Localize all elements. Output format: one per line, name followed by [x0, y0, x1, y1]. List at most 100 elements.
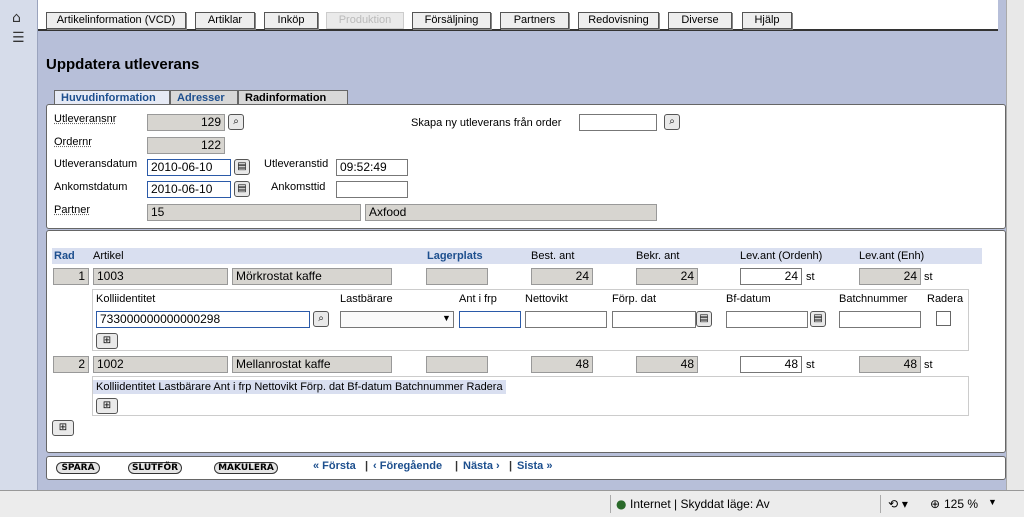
nav-produktion: Produktion: [326, 12, 404, 29]
nav-artiklar[interactable]: Artiklar: [195, 12, 255, 29]
ordernr-label: Ordernr: [54, 136, 92, 148]
home-icon[interactable]: ⌂: [12, 10, 21, 26]
lev-enh-field: 24: [859, 268, 921, 285]
utleveranstid-field[interactable]: 09:52:49: [336, 159, 408, 176]
pager-previous[interactable]: ‹ Föregående: [373, 460, 442, 472]
nav-redovisning[interactable]: Redovisning: [578, 12, 659, 29]
rows-header-bar: [52, 248, 982, 264]
unit-label: st: [806, 271, 815, 283]
tab-radinformation[interactable]: Radinformation: [238, 90, 348, 105]
lev-enh-header: Lev.ant (Enh): [859, 250, 925, 262]
protected-mode-icon[interactable]: ⟲ ▾: [888, 497, 908, 511]
utleveransdatum-label: Utleveransdatum: [54, 158, 138, 170]
lev-ordenh-field[interactable]: 24: [740, 268, 802, 285]
utleveransnr-field: 129: [147, 114, 225, 131]
lastbarare-header: Lastbärare: [340, 293, 393, 305]
search-icon[interactable]: ⌕: [664, 114, 680, 130]
best-ant-field: 24: [531, 268, 593, 285]
calendar-icon[interactable]: ▤: [696, 311, 712, 327]
calendar-icon[interactable]: ▤: [810, 311, 826, 327]
scrollbar[interactable]: [1006, 0, 1024, 490]
nav-partners[interactable]: Partners: [500, 12, 569, 29]
pager-divider: |: [365, 460, 369, 472]
zoom-level[interactable]: 125 %: [944, 497, 978, 511]
main-area: Artikelinformation (VCD) Artiklar Inköp …: [38, 0, 1006, 490]
artikel-header: Artikel: [93, 250, 124, 262]
pager-last[interactable]: Sista »: [517, 460, 552, 472]
ankomsttid-field[interactable]: [336, 181, 408, 198]
ant-frp-header: Ant i frp: [459, 293, 497, 305]
row-number: 1: [53, 268, 89, 285]
bf-datum-field[interactable]: [726, 311, 808, 328]
kolliidentitet-field[interactable]: 733000000000000298: [96, 311, 310, 328]
pager-first[interactable]: « Första: [313, 460, 356, 472]
page-title: Uppdatera utleverans: [46, 56, 200, 73]
skapa-order-field[interactable]: [579, 114, 657, 131]
forp-dat-field[interactable]: [612, 311, 696, 328]
header-panel: Utleveransnr 129 ⌕ Ordernr 122 Utleveran…: [46, 104, 1006, 229]
rad-header: Rad: [54, 250, 75, 262]
ankomstdatum-label: Ankomstdatum: [54, 181, 128, 193]
globe-icon: ●: [616, 497, 627, 511]
ankomstdatum-field[interactable]: 2010-06-10: [147, 181, 231, 198]
best-ant-field: 48: [531, 356, 593, 373]
bekr-ant-field: 24: [636, 268, 698, 285]
makulera-button[interactable]: MAKULERA: [214, 462, 278, 474]
add-kolli-icon[interactable]: ⊞: [96, 333, 118, 349]
unit-label: st: [806, 359, 815, 371]
nav-hjalp[interactable]: Hjälp: [742, 12, 792, 29]
lagerplats-header: Lagerplats: [427, 250, 483, 262]
search-icon[interactable]: ⌕: [313, 311, 329, 327]
nav-forsaljning[interactable]: Försäljning: [412, 12, 491, 29]
nav-artikelinformation[interactable]: Artikelinformation (VCD): [46, 12, 186, 29]
ankomsttid-label: Ankomsttid: [271, 181, 326, 193]
lev-ordenh-header: Lev.ant (Ordenh): [740, 250, 823, 262]
dropdown-arrow-icon: ▼: [442, 313, 451, 323]
status-separator: [610, 495, 611, 513]
status-bar: ● Internet | Skyddat läge: Av ⟲ ▾ ⊕ 125 …: [0, 490, 1024, 517]
forp-dat-header: Förp. dat: [612, 293, 657, 305]
left-toolbar: ⌂ ☰: [0, 0, 38, 490]
calendar-icon[interactable]: ▤: [234, 159, 250, 175]
nav-inkop[interactable]: Inköp: [264, 12, 318, 29]
add-kolli-icon[interactable]: ⊞: [96, 398, 118, 414]
slutfor-button[interactable]: SLUTFÖR: [128, 462, 182, 474]
tab-huvudinformation[interactable]: Huvudinformation: [54, 90, 170, 105]
batchnummer-field[interactable]: [839, 311, 921, 328]
search-icon[interactable]: ⌕: [228, 114, 244, 130]
utleveransnr-label: Utleveransnr: [54, 113, 117, 125]
bf-datum-header: Bf-datum: [726, 293, 771, 305]
artikel-namn-field: Mellanrostat kaffe: [232, 356, 392, 373]
bekr-ant-field: 48: [636, 356, 698, 373]
kolli-header: Kolliidentitet: [96, 293, 156, 305]
ordernr-field: 122: [147, 137, 225, 154]
bekr-header: Bekr. ant: [636, 250, 680, 262]
best-header: Best. ant: [531, 250, 575, 262]
utleveransdatum-field[interactable]: 2010-06-10: [147, 159, 231, 176]
partner-label: Partner: [54, 204, 91, 216]
pager-next[interactable]: Nästa ›: [463, 460, 500, 472]
ant-frp-field[interactable]: [459, 311, 521, 328]
lev-ordenh-field[interactable]: 48: [740, 356, 802, 373]
zone-text: Internet | Skyddat läge: Av: [630, 497, 770, 511]
nettovikt-field[interactable]: [525, 311, 607, 328]
lagerplats-field: [426, 268, 488, 285]
partner-name-field: Axfood: [365, 204, 657, 221]
zoom-icon: ⊕: [930, 497, 941, 511]
add-row-icon[interactable]: ⊞: [52, 420, 74, 436]
lastbarare-select[interactable]: [340, 311, 454, 328]
save-button[interactable]: SPARA: [56, 462, 100, 474]
skapa-label: Skapa ny utleverans från order: [411, 117, 562, 129]
chevron-down-icon[interactable]: ▼: [988, 497, 997, 507]
tab-adresser[interactable]: Adresser: [170, 90, 238, 105]
kolli-header-compact: Kolliidentitet Lastbärare Ant i frp Nett…: [93, 380, 506, 394]
radera-header: Radera: [927, 293, 964, 305]
menu-icon[interactable]: ☰: [12, 30, 25, 46]
radera-checkbox[interactable]: [936, 311, 951, 326]
calendar-icon[interactable]: ▤: [234, 181, 250, 197]
unit-label: st: [924, 359, 933, 371]
pager-divider: |: [455, 460, 459, 472]
nav-diverse[interactable]: Diverse: [668, 12, 732, 29]
partner-id-field: 15: [147, 204, 361, 221]
pager-divider: |: [509, 460, 513, 472]
